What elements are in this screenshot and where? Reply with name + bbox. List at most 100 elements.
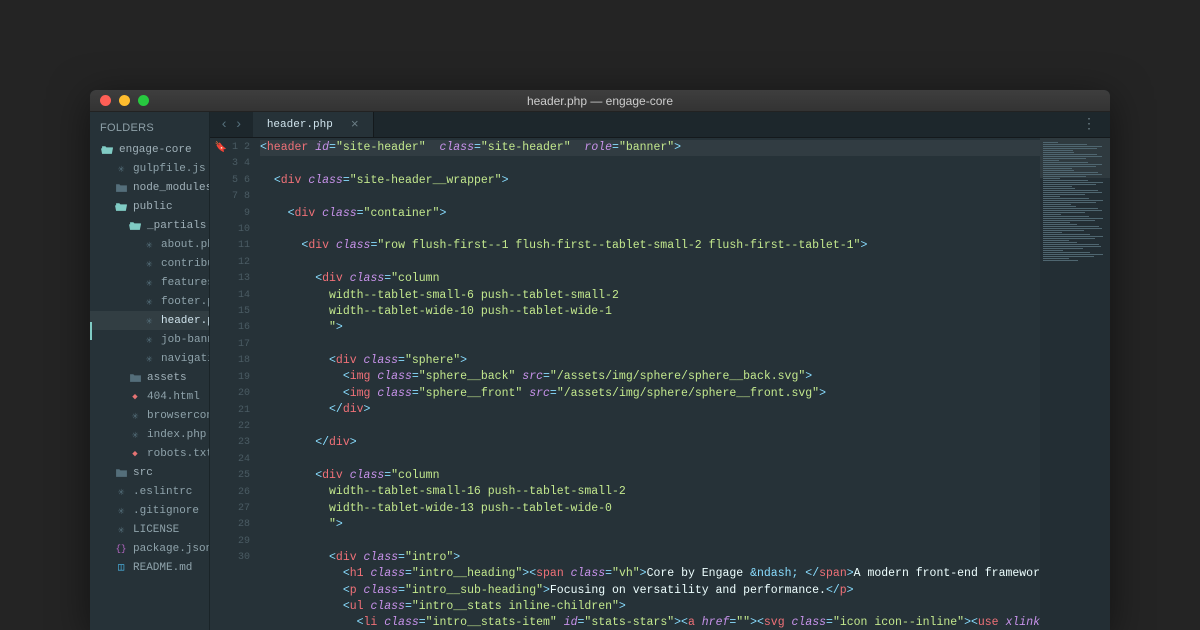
code-line[interactable]: <div class="container">: [260, 206, 1040, 222]
tree-file[interactable]: ◆robots.txt: [90, 444, 209, 463]
code-line[interactable]: <div class="column: [260, 468, 1040, 484]
tree-folder[interactable]: node_modules: [90, 178, 209, 197]
code-line[interactable]: <img class="sphere__back" src="/assets/i…: [260, 369, 1040, 385]
file-tree[interactable]: engage-core ✳gulpfile.js node_modulespubli…: [90, 140, 209, 577]
code-line[interactable]: width--tablet-wide-13 push--tablet-wide-…: [260, 501, 1040, 517]
minimap-line: [1043, 162, 1088, 163]
tree-item-label: engage-core: [119, 144, 192, 156]
code-line[interactable]: [260, 222, 1040, 238]
tree-item-label: footer.php: [161, 296, 210, 308]
tree-file[interactable]: ✳ .gitignore: [90, 501, 209, 520]
star-icon: ✳: [142, 333, 156, 347]
code-line[interactable]: width--tablet-small-16 push--tablet-smal…: [260, 484, 1040, 500]
tree-file[interactable]: ✳about.php: [90, 235, 209, 254]
tree-file[interactable]: ✳LICENSE: [90, 520, 209, 539]
tree-item-label: src: [133, 467, 153, 479]
minimap[interactable]: [1040, 138, 1110, 630]
nav-forward-icon[interactable]: ›: [234, 117, 242, 133]
minimap-line: [1043, 210, 1102, 211]
code-line[interactable]: <header id="site-header" class="site-hea…: [260, 140, 1040, 156]
minimap-line: [1043, 242, 1077, 243]
minimize-icon[interactable]: [119, 95, 130, 106]
code-line[interactable]: [260, 451, 1040, 467]
window-title: header.php — engage-core: [90, 94, 1110, 108]
folder-icon: [114, 181, 128, 195]
tree-file[interactable]: ✳browserconfig: [90, 406, 209, 425]
tree-file[interactable]: ✳.eslintrc: [90, 482, 209, 501]
star-icon: ✳: [114, 504, 128, 518]
tree-file[interactable]: {}package.json: [90, 539, 209, 558]
code-line[interactable]: <ul class="intro__stats inline-children"…: [260, 599, 1040, 615]
tree-file[interactable]: ✳features.pl: [90, 273, 209, 292]
sidebar-header: FOLDERS: [90, 118, 209, 140]
code-line[interactable]: [260, 337, 1040, 353]
code-line[interactable]: [260, 156, 1040, 172]
code-line[interactable]: <li class="intro__stats-item" id="stats-…: [260, 615, 1040, 630]
code-line[interactable]: <div class="row flush-first--1 flush-fir…: [260, 238, 1040, 254]
code-line[interactable]: <div class="sphere">: [260, 353, 1040, 369]
tree-file[interactable]: ◫README.md: [90, 558, 209, 577]
tree-folder[interactable]: assets: [90, 368, 209, 387]
tab-header-php[interactable]: header.php ×: [253, 112, 374, 137]
tree-folder[interactable]: public: [90, 197, 209, 216]
minimap-line: [1043, 238, 1095, 239]
minimap-line: [1043, 158, 1086, 159]
code-line[interactable]: [260, 189, 1040, 205]
tree-file[interactable]: ✳header.php: [90, 311, 209, 330]
tree-file[interactable]: ◆404.html: [90, 387, 209, 406]
code-line[interactable]: ">: [260, 320, 1040, 336]
tree-item-label: assets: [147, 372, 187, 384]
sidebar[interactable]: FOLDERS engage-core ✳gulpfile.js node_modu…: [90, 112, 210, 630]
code-line[interactable]: </div>: [260, 402, 1040, 418]
code-line[interactable]: width--tablet-wide-10 push--tablet-wide-…: [260, 304, 1040, 320]
code-line[interactable]: <p class="intro__sub-heading">Focusing o…: [260, 583, 1040, 599]
minimap-line: [1043, 206, 1076, 207]
tree-file[interactable]: ✳contributo: [90, 254, 209, 273]
tree-file[interactable]: ✳footer.php: [90, 292, 209, 311]
code-line[interactable]: <div class="intro">: [260, 550, 1040, 566]
tree-item-label: .gitignore: [133, 505, 199, 517]
minimap-line: [1043, 160, 1059, 161]
titlebar[interactable]: header.php — engage-core: [90, 90, 1110, 112]
minimap-line: [1043, 230, 1084, 231]
zoom-icon[interactable]: [138, 95, 149, 106]
tree-file[interactable]: ✳job-banne: [90, 330, 209, 349]
code-area[interactable]: <header id="site-header" class="site-hea…: [254, 138, 1040, 630]
code-line[interactable]: <h1 class="intro__heading"><span class="…: [260, 566, 1040, 582]
tree-file[interactable]: ✳index.php: [90, 425, 209, 444]
nav-back-icon[interactable]: ‹: [220, 117, 228, 133]
tree-item-label: robots.txt: [147, 448, 210, 460]
editor[interactable]: 🔖 1 2 3 4 5 6 7 8 9 10 11 12 13 14 15 16…: [210, 138, 1110, 630]
tree-file[interactable]: ✳navigation: [90, 349, 209, 368]
close-tab-icon[interactable]: ×: [351, 117, 359, 132]
tree-folder[interactable]: src: [90, 463, 209, 482]
minimap-line: [1043, 222, 1070, 223]
code-line[interactable]: [260, 533, 1040, 549]
code-line[interactable]: <div class="column: [260, 271, 1040, 287]
tab-menu-icon[interactable]: ⋮: [1068, 112, 1110, 137]
tree-folder[interactable]: engage-core: [90, 140, 209, 159]
tree-folder[interactable]: _partials: [90, 216, 209, 235]
minimap-line: [1043, 190, 1098, 191]
minimap-line: [1043, 254, 1103, 255]
minimap-line: [1043, 164, 1102, 165]
code-line[interactable]: </div>: [260, 435, 1040, 451]
tree-file[interactable]: ✳gulpfile.js: [90, 159, 209, 178]
minimap-line: [1043, 256, 1094, 257]
code-line[interactable]: ">: [260, 517, 1040, 533]
code-line[interactable]: width--tablet-small-6 push--tablet-small…: [260, 288, 1040, 304]
minimap-line: [1043, 200, 1103, 201]
code-line[interactable]: <div class="site-header__wrapper">: [260, 173, 1040, 189]
star-icon: ✳: [114, 485, 128, 499]
tabbar[interactable]: ‹ › header.php × ⋮: [210, 112, 1110, 138]
star-icon: ✳: [128, 409, 142, 423]
code-line[interactable]: [260, 419, 1040, 435]
close-icon[interactable]: [100, 95, 111, 106]
tree-item-label: node_modules: [133, 182, 210, 194]
code-line[interactable]: <img class="sphere__front" src="/assets/…: [260, 386, 1040, 402]
tab-label: header.php: [267, 119, 333, 131]
minimap-line: [1043, 244, 1099, 245]
minimap-line: [1043, 146, 1102, 147]
tree-item-label: index.php: [147, 429, 206, 441]
code-line[interactable]: [260, 255, 1040, 271]
